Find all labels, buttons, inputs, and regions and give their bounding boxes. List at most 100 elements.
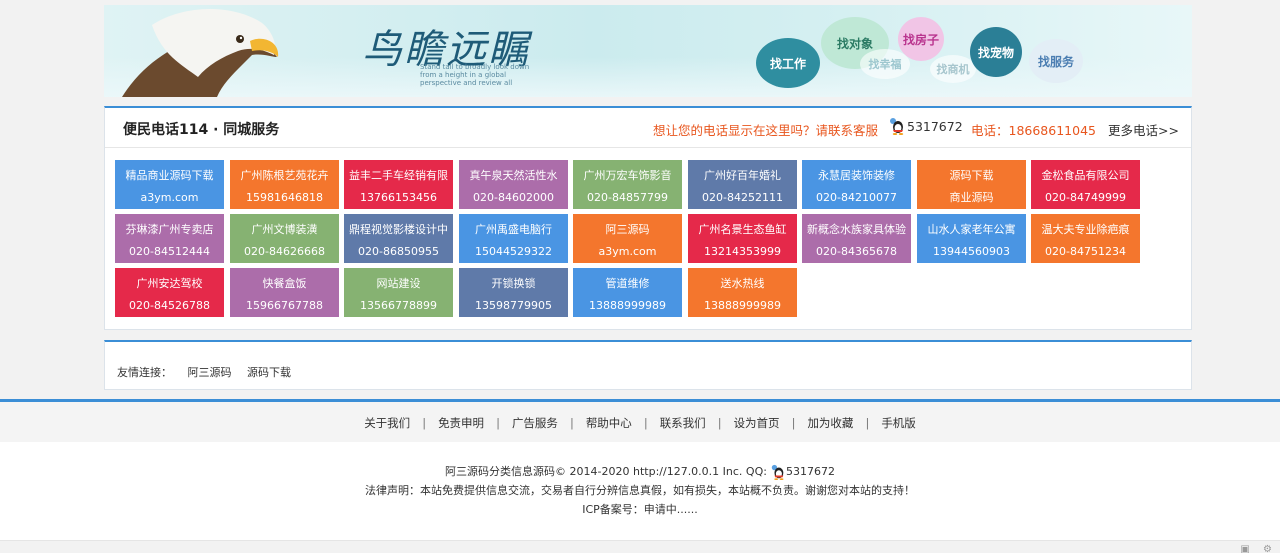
phone-tile[interactable]: 广州文博装潢 020-84626668	[230, 214, 339, 263]
tile-phone: 15966767788	[246, 299, 323, 312]
tile-phone: 15981646818	[246, 191, 323, 204]
tile-phone: 商业源码	[949, 191, 994, 204]
footer-link-about[interactable]: 关于我们	[364, 416, 410, 430]
phone-tile[interactable]: 广州安达驾校 020-84526788	[115, 268, 224, 317]
phone-tile[interactable]: 永慧居装饰装修 020-84210077	[802, 160, 911, 209]
bubble-luck[interactable]: 找幸福	[860, 49, 910, 79]
phone-tile[interactable]: 开锁换锁 13598779905	[459, 268, 568, 317]
footer-nav: 关于我们 | 免责申明 | 广告服务 | 帮助中心 | 联系我们 | 设为首页 | 加为收藏 | 手机版	[0, 402, 1280, 442]
footer-link-mobile[interactable]: 手机版	[881, 416, 916, 430]
settings-icon[interactable]: ⚙	[1263, 544, 1272, 553]
bubble-pet[interactable]: 找宠物	[970, 27, 1022, 77]
footer-link-contact[interactable]: 联系我们	[660, 416, 706, 430]
footer-link-disclaimer[interactable]: 免责申明	[438, 416, 484, 430]
bubble-job[interactable]: 找工作	[756, 38, 820, 88]
tile-name: 源码下载	[949, 169, 994, 182]
footer-link-help[interactable]: 帮助中心	[586, 416, 632, 430]
phone-tile[interactable]: 广州好百年婚礼 020-84252111	[688, 160, 797, 209]
footer-link-homepage[interactable]: 设为首页	[734, 416, 780, 430]
tile-phone: 020-84751234	[1045, 245, 1126, 258]
phone-tile[interactable]: 山水人家老年公寓 13944560903	[917, 214, 1026, 263]
footer-link-ads[interactable]: 广告服务	[512, 416, 558, 430]
tile-name: 金松食品有限公司	[1041, 169, 1130, 182]
tile-phone: 020-84626668	[244, 245, 325, 258]
service-tel: 电话：18668611045	[971, 123, 1096, 138]
phone-tile[interactable]: 网站建设 13566778899	[344, 268, 453, 317]
panel-header: 便民电话114 · 同城服务 想让您的电话显示在这里吗？请联系客服 531767…	[105, 108, 1191, 148]
phone-tile[interactable]: 广州名景生态鱼缸 13214353999	[688, 214, 797, 263]
tile-name: 管道维修	[605, 277, 650, 290]
tile-name: 温大夫专业除疤痕	[1041, 223, 1130, 236]
advertise-prompt[interactable]: 想让您的电话显示在这里吗？请联系客服	[653, 120, 878, 139]
tile-name: 开锁换锁	[491, 277, 536, 290]
phone-tile[interactable]: 精品商业源码下载 a3ym.com	[115, 160, 224, 209]
tile-name: 芬琳漆广州专卖店	[125, 223, 214, 236]
phone-tile[interactable]: 送水热线 13888999989	[688, 268, 797, 317]
header-banner[interactable]: 鸟瞻远瞩 Stand tall to broadly look down fro…	[104, 5, 1192, 97]
tile-name: 鼎程视觉影楼设计中	[349, 223, 448, 236]
tile-name: 广州禹盛电脑行	[475, 223, 552, 236]
phone-tile[interactable]: 金松食品有限公司 020-84749999	[1031, 160, 1140, 209]
friendly-links-label: 友情连接：	[117, 366, 172, 379]
tile-phone: 020-84526788	[129, 299, 210, 312]
phone-tile[interactable]: 新概念水族家具体验 020-84365678	[802, 214, 911, 263]
phone-tile[interactable]: 广州陈根艺苑花卉 15981646818	[230, 160, 339, 209]
qq-penguin-icon	[771, 464, 784, 480]
eagle-image	[122, 8, 279, 97]
tile-phone: 020-84210077	[816, 191, 897, 204]
bottom-bar	[0, 540, 1280, 553]
footer-info: 阿三源码分类信息源码© 2014-2020 http://127.0.0.1 I…	[0, 442, 1280, 540]
tile-phone: 020-84602000	[473, 191, 554, 204]
copyright-text: 阿三源码分类信息源码© 2014-2020 http://127.0.0.1 I…	[445, 465, 767, 478]
tile-phone: 13598779905	[475, 299, 552, 312]
tile-phone: 020-84857799	[587, 191, 668, 204]
footer-link-bookmark[interactable]: 加为收藏	[807, 416, 853, 430]
friendly-link-item[interactable]: 阿三源码	[188, 366, 232, 379]
tile-phone: 13944560903	[933, 245, 1010, 258]
more-phones-link[interactable]: 更多电话>>	[1108, 120, 1179, 139]
tile-phone: 020-84252111	[702, 191, 783, 204]
phone-tile[interactable]: 阿三源码 a3ym.com	[573, 214, 682, 263]
tile-phone: 020-86850955	[358, 245, 439, 258]
phone-tile[interactable]: 源码下载 商业源码	[917, 160, 1026, 209]
phone-tile[interactable]: 快餐盒饭 15966767788	[230, 268, 339, 317]
friendly-link-item[interactable]: 源码下载	[247, 366, 291, 379]
tile-phone: a3ym.com	[140, 191, 199, 204]
qq-penguin-icon	[890, 118, 904, 135]
footer-qq-number[interactable]: 5317672	[786, 462, 835, 481]
tile-phone: a3ym.com	[598, 245, 657, 258]
phone-directory-panel: 便民电话114 · 同城服务 想让您的电话显示在这里吗？请联系客服 531767…	[104, 106, 1192, 330]
phone-tile[interactable]: 广州禹盛电脑行 15044529322	[459, 214, 568, 263]
tile-phone: 020-84365678	[816, 245, 897, 258]
window-icon[interactable]: ▣	[1240, 544, 1249, 553]
footer-separator: |	[643, 416, 648, 430]
phone-tile[interactable]: 鼎程视觉影楼设计中 020-86850955	[344, 214, 453, 263]
footer-separator: |	[422, 416, 427, 430]
tile-name: 益丰二手车经销有限	[349, 169, 448, 182]
phone-tile[interactable]: 真午泉天然活性水 020-84602000	[459, 160, 568, 209]
phone-tile[interactable]: 益丰二手车经销有限 13766153456	[344, 160, 453, 209]
tile-phone: 13888999989	[704, 299, 781, 312]
tile-name: 新概念水族家具体验	[807, 223, 906, 236]
legal-statement: 法律声明：本站免费提供信息交流，交易者自行分辨信息真假，如有损失，本站概不负责。…	[365, 484, 915, 497]
phone-tile[interactable]: 管道维修 13888999989	[573, 268, 682, 317]
tile-phone: 020-84749999	[1045, 191, 1126, 204]
phone-tile[interactable]: 芬琳漆广州专卖店 020-84512444	[115, 214, 224, 263]
bubble-service[interactable]: 找服务	[1029, 39, 1083, 83]
bubble-business[interactable]: 找商机	[930, 55, 976, 83]
phone-tile[interactable]: 温大夫专业除疤痕 020-84751234	[1031, 214, 1140, 263]
tile-name: 真午泉天然活性水	[469, 169, 558, 182]
phone-tile[interactable]: 广州万宏车饰影音 020-84857799	[573, 160, 682, 209]
footer-copyright: 阿三源码分类信息源码© 2014-2020 http://127.0.0.1 I…	[445, 462, 835, 481]
tile-name: 精品商业源码下载	[125, 169, 214, 182]
tile-phone: 13566778899	[360, 299, 437, 312]
tile-phone: 020-84512444	[129, 245, 210, 258]
tile-name: 广州陈根艺苑花卉	[240, 169, 329, 182]
friendly-links: 友情连接： 阿三源码 源码下载	[117, 364, 303, 380]
tile-name: 快餐盒饭	[262, 277, 307, 290]
tile-name: 山水人家老年公寓	[927, 223, 1016, 236]
friendly-links-panel: 友情连接： 阿三源码 源码下载	[104, 340, 1192, 390]
tile-name: 广州万宏车饰影音	[583, 169, 672, 182]
qq-contact[interactable]: 5317672	[888, 117, 963, 135]
tile-name: 网站建设	[376, 277, 421, 290]
